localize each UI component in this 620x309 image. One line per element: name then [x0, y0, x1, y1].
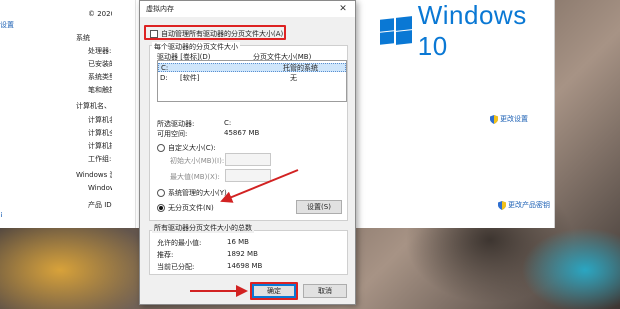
change-settings-label: 更改设置: [500, 115, 528, 123]
windows-10-brand: Windows 10: [380, 0, 554, 62]
drive-row-d[interactable]: D: [软件] 无: [158, 73, 346, 82]
section-activation: Windows 激: [76, 171, 117, 179]
workgroup-label: 工作组:: [88, 155, 112, 163]
set-button-label: 设置(S): [307, 203, 331, 211]
product-id-label: 产品 ID:: [88, 201, 115, 209]
drive-paging-size: 托管的系统: [283, 63, 318, 72]
settings-link-partial[interactable]: 设置: [0, 20, 14, 30]
initial-size-input[interactable]: [225, 153, 271, 166]
no-paging-label: 无分页文件(N): [168, 204, 214, 212]
custom-size-radio[interactable]: [157, 144, 165, 152]
custom-size-radio-row[interactable]: 自定义大小(C):: [157, 143, 216, 153]
drive-letter: D:: [160, 73, 168, 82]
selected-drive-label: 所选驱动器:: [157, 120, 195, 128]
totals-group-label: 所有驱动器分页文件大小的总数: [152, 223, 254, 233]
cancel-button-label: 取消: [318, 287, 332, 295]
drive-letter: C:: [161, 63, 169, 72]
min-allowed-label: 允许的最小值:: [157, 239, 202, 247]
selected-drive-value: C:: [224, 119, 232, 127]
shield-icon: [498, 200, 506, 210]
max-size-input[interactable]: [225, 169, 271, 182]
current-allocated-value: 14698 MB: [227, 262, 263, 270]
system-managed-label: 系统管理的大小(Y): [168, 189, 227, 197]
close-icon: ✕: [339, 4, 347, 14]
dialog-title: 虚拟内存: [146, 5, 174, 13]
change-product-key-label: 更改产品密钥: [508, 201, 550, 209]
close-button[interactable]: ✕: [331, 1, 355, 17]
windows-logo-icon: [380, 16, 412, 45]
dialog-titlebar: 虚拟内存: [140, 1, 355, 17]
system-window-divider: [112, 0, 136, 228]
copyright-text: © 2020: [88, 10, 116, 18]
annotation-box-auto-manage: [144, 25, 286, 40]
initial-size-label: 初始大小(MB)(I):: [170, 157, 225, 165]
change-settings-link[interactable]: 更改设置: [490, 114, 528, 124]
windows-10-wordmark: Windows 10: [417, 0, 527, 61]
section-system: 系统: [76, 34, 90, 42]
change-product-key-link[interactable]: 更改产品密钥: [498, 200, 550, 210]
max-size-label: 最大值(MB)(X):: [170, 173, 220, 181]
no-paging-radio[interactable]: [157, 204, 165, 212]
drive-paging-size: 无: [290, 73, 297, 82]
drive-volume-label: [软件]: [180, 73, 200, 82]
recommended-label: 推荐:: [157, 251, 174, 259]
section-computer-name: 计算机名、: [76, 102, 111, 110]
left-partial-link[interactable]: ¡: [0, 210, 3, 218]
custom-size-label: 自定义大小(C):: [168, 144, 216, 152]
drive-group-label: 每个驱动器的分页文件大小: [152, 42, 240, 52]
set-button[interactable]: 设置(S): [296, 200, 342, 214]
available-space-value: 45867 MB: [224, 129, 260, 137]
recommended-value: 1892 MB: [227, 250, 258, 258]
cancel-button[interactable]: 取消: [303, 284, 347, 298]
system-managed-radio-row[interactable]: 系统管理的大小(Y): [157, 188, 227, 198]
no-paging-radio-row[interactable]: 无分页文件(N): [157, 203, 214, 213]
drive-list[interactable]: C: 托管的系统 D: [软件] 无: [157, 60, 347, 102]
virtual-memory-dialog: 虚拟内存 ✕ 自动管理所有驱动器的分页文件大小(A) 每个驱动器的分页文件大小 …: [139, 0, 356, 305]
annotation-box-ok: [250, 282, 298, 300]
min-allowed-value: 16 MB: [227, 238, 249, 246]
system-managed-radio[interactable]: [157, 189, 165, 197]
processor-label: 处理器:: [88, 47, 112, 55]
drive-row-c[interactable]: C: 托管的系统: [158, 63, 346, 72]
shield-icon: [490, 114, 498, 124]
current-allocated-label: 当前已分配:: [157, 263, 195, 271]
available-space-label: 可用空间:: [157, 130, 188, 138]
